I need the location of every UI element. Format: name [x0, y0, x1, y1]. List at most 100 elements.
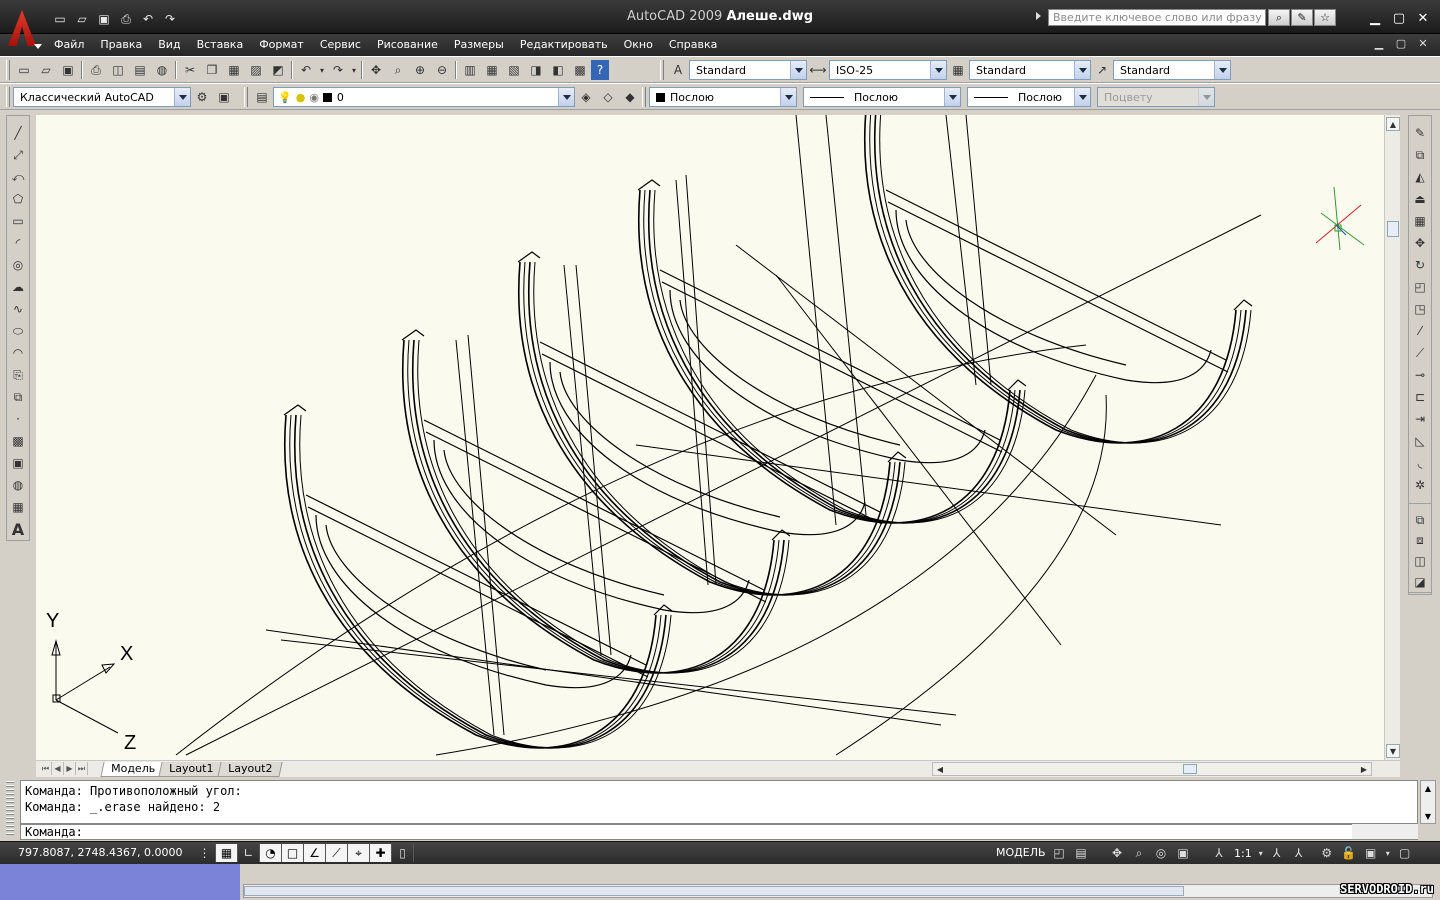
zoom-icon[interactable]: ⌕ — [1128, 844, 1150, 862]
undo-dropdown-icon[interactable]: ▾ — [317, 60, 327, 80]
last-tab-icon[interactable]: ⏭ — [76, 762, 88, 775]
minimize-icon[interactable]: ▁ — [1366, 10, 1384, 26]
scroll-right-icon[interactable]: ▶ — [1357, 763, 1371, 775]
menu-help[interactable]: Справка — [661, 37, 725, 53]
zoom-realtime-icon[interactable]: ⌕ — [387, 60, 409, 80]
multileader-style-select[interactable]: Standard — [1113, 60, 1231, 80]
tab-layout1[interactable]: Layout1 — [158, 762, 225, 777]
application-menu-button[interactable] — [4, 4, 42, 52]
drawing-canvas[interactable]: Y X Z — [36, 115, 1384, 760]
ortho-icon[interactable]: ∟ — [238, 844, 260, 862]
toolbar-grip[interactable] — [660, 60, 664, 80]
workspace-select[interactable]: Классический AutoCAD — [13, 87, 191, 107]
page-horizontal-scrollbar[interactable] — [243, 884, 1433, 898]
quick-view-layouts-icon[interactable]: ◰ — [1048, 844, 1070, 862]
send-to-back-icon[interactable]: ⧈ — [1410, 531, 1430, 552]
menu-file[interactable]: Файл — [46, 37, 92, 53]
paste-icon[interactable]: ▦ — [223, 60, 245, 80]
zoom-previous-icon[interactable]: ⊖ — [431, 60, 453, 80]
join-icon[interactable]: ⇥ — [1410, 408, 1430, 430]
osnap-icon[interactable]: □ — [282, 844, 304, 862]
dim-style-select[interactable]: ISO-25 — [829, 60, 947, 80]
text-style-select[interactable]: Standard — [689, 60, 807, 80]
properties-icon[interactable]: ▥ — [459, 60, 481, 80]
polyline-icon[interactable]: ⤺ — [8, 166, 28, 188]
workspace-switch-icon[interactable]: ⚙ — [1316, 844, 1338, 862]
revision-cloud-icon[interactable]: ☁ — [8, 276, 28, 298]
otrack-icon[interactable]: ∠ — [304, 844, 326, 862]
copy-object-icon[interactable]: ⧉ — [1410, 144, 1430, 166]
scroll-thumb[interactable] — [1183, 764, 1197, 774]
toolbar-grip[interactable] — [642, 87, 646, 107]
dim-style-icon[interactable]: ⟷ — [807, 60, 829, 80]
linetype-select[interactable]: Послою — [803, 87, 961, 107]
command-hscroll[interactable] — [1352, 824, 1418, 839]
construction-line-icon[interactable]: ⤢ — [8, 144, 28, 166]
status-menu-icon[interactable]: ▾ — [1382, 844, 1394, 862]
zoom-window-icon[interactable]: ⊕ — [409, 60, 431, 80]
line-icon[interactable]: ╱ — [8, 122, 28, 144]
steering-wheel-icon[interactable]: ◎ — [1150, 844, 1172, 862]
restore-icon[interactable]: ▢ — [1390, 10, 1408, 26]
chamfer-icon[interactable]: ◺ — [1410, 430, 1430, 452]
grid-icon[interactable]: ▦ — [216, 844, 238, 862]
block-editor-icon[interactable]: ◩ — [267, 60, 289, 80]
chevron-down-icon[interactable]: ▾ — [1256, 844, 1266, 862]
break-icon[interactable]: ⊏ — [1410, 386, 1430, 408]
workspace-save-icon[interactable]: ▣ — [213, 87, 235, 107]
move-icon[interactable]: ✥ — [1410, 232, 1430, 254]
region-icon[interactable]: ◍ — [8, 474, 28, 496]
make-current-icon[interactable]: ◈ — [575, 87, 597, 107]
hatch-icon[interactable]: ▩ — [8, 430, 28, 452]
array-icon[interactable]: ▦ — [1410, 210, 1430, 232]
markup-icon[interactable]: ◧ — [547, 60, 569, 80]
bring-above-icon[interactable]: ◫ — [1410, 551, 1430, 572]
ducs-icon[interactable]: ⟋ — [326, 844, 348, 862]
menu-tools[interactable]: Сервис — [312, 37, 369, 53]
design-center-icon[interactable]: ▦ — [481, 60, 503, 80]
prev-tab-icon[interactable]: ◀ — [52, 762, 64, 775]
quick-view-drawings-icon[interactable]: ▤ — [1070, 844, 1092, 862]
toolbar-lock-icon[interactable]: 🔓 — [1338, 844, 1360, 862]
toolbar-grip[interactable] — [6, 60, 10, 80]
clean-screen-icon[interactable]: ▢ — [1394, 844, 1416, 862]
tab-model[interactable]: Модель — [100, 762, 166, 777]
table-style-select[interactable]: Standard — [969, 60, 1091, 80]
polygon-icon[interactable]: ⬠ — [8, 188, 28, 210]
point-icon[interactable]: · — [8, 408, 28, 430]
cut-icon[interactable]: ✂ — [179, 60, 201, 80]
vertical-scrollbar[interactable]: ▲ ▼ — [1384, 115, 1400, 760]
break-at-point-icon[interactable]: ⊸ — [1410, 364, 1430, 386]
sheet-set-icon[interactable]: ◨ — [525, 60, 547, 80]
spline-icon[interactable]: ∿ — [8, 298, 28, 320]
menu-draw[interactable]: Рисование — [369, 37, 446, 53]
scroll-up-icon[interactable]: ▲ — [1421, 781, 1435, 795]
menu-edit[interactable]: Правка — [92, 37, 150, 53]
tool-palettes-icon[interactable]: ▧ — [503, 60, 525, 80]
command-window-grip[interactable] — [6, 781, 14, 837]
tab-layout2[interactable]: Layout2 — [216, 762, 283, 777]
help-icon[interactable]: ? — [591, 60, 609, 80]
bring-to-front-icon[interactable]: ⧉ — [1410, 510, 1430, 531]
color-select[interactable]: Послою — [649, 87, 797, 107]
quick-properties-icon[interactable]: ▯ — [392, 844, 414, 862]
stretch-icon[interactable]: ◳ — [1410, 298, 1430, 320]
doc-close-icon[interactable]: ✕ — [1416, 37, 1430, 51]
favorites-icon[interactable]: ☆ — [1314, 9, 1336, 26]
arc-icon[interactable]: ◜ — [8, 232, 28, 254]
layer-previous-icon[interactable]: ◇ — [597, 87, 619, 107]
first-tab-icon[interactable]: ⏮ — [40, 762, 52, 775]
polar-icon[interactable]: ◔ — [260, 844, 282, 862]
menu-view[interactable]: Вид — [150, 37, 188, 53]
redo-dropdown-icon[interactable]: ▾ — [349, 60, 359, 80]
3d-dwf-icon[interactable]: ◍ — [151, 60, 173, 80]
multileader-style-icon[interactable]: ↗ — [1091, 60, 1113, 80]
explode-icon[interactable]: ✲ — [1410, 474, 1430, 496]
menu-window[interactable]: Окно — [616, 37, 661, 53]
text-style-icon[interactable]: A — [667, 60, 689, 80]
next-tab-icon[interactable]: ▶ — [64, 762, 76, 775]
table-icon[interactable]: ▦ — [8, 496, 28, 518]
open-icon[interactable]: ▱ — [35, 60, 57, 80]
rectangle-icon[interactable]: ▭ — [8, 210, 28, 232]
copy-icon[interactable]: ❐ — [201, 60, 223, 80]
